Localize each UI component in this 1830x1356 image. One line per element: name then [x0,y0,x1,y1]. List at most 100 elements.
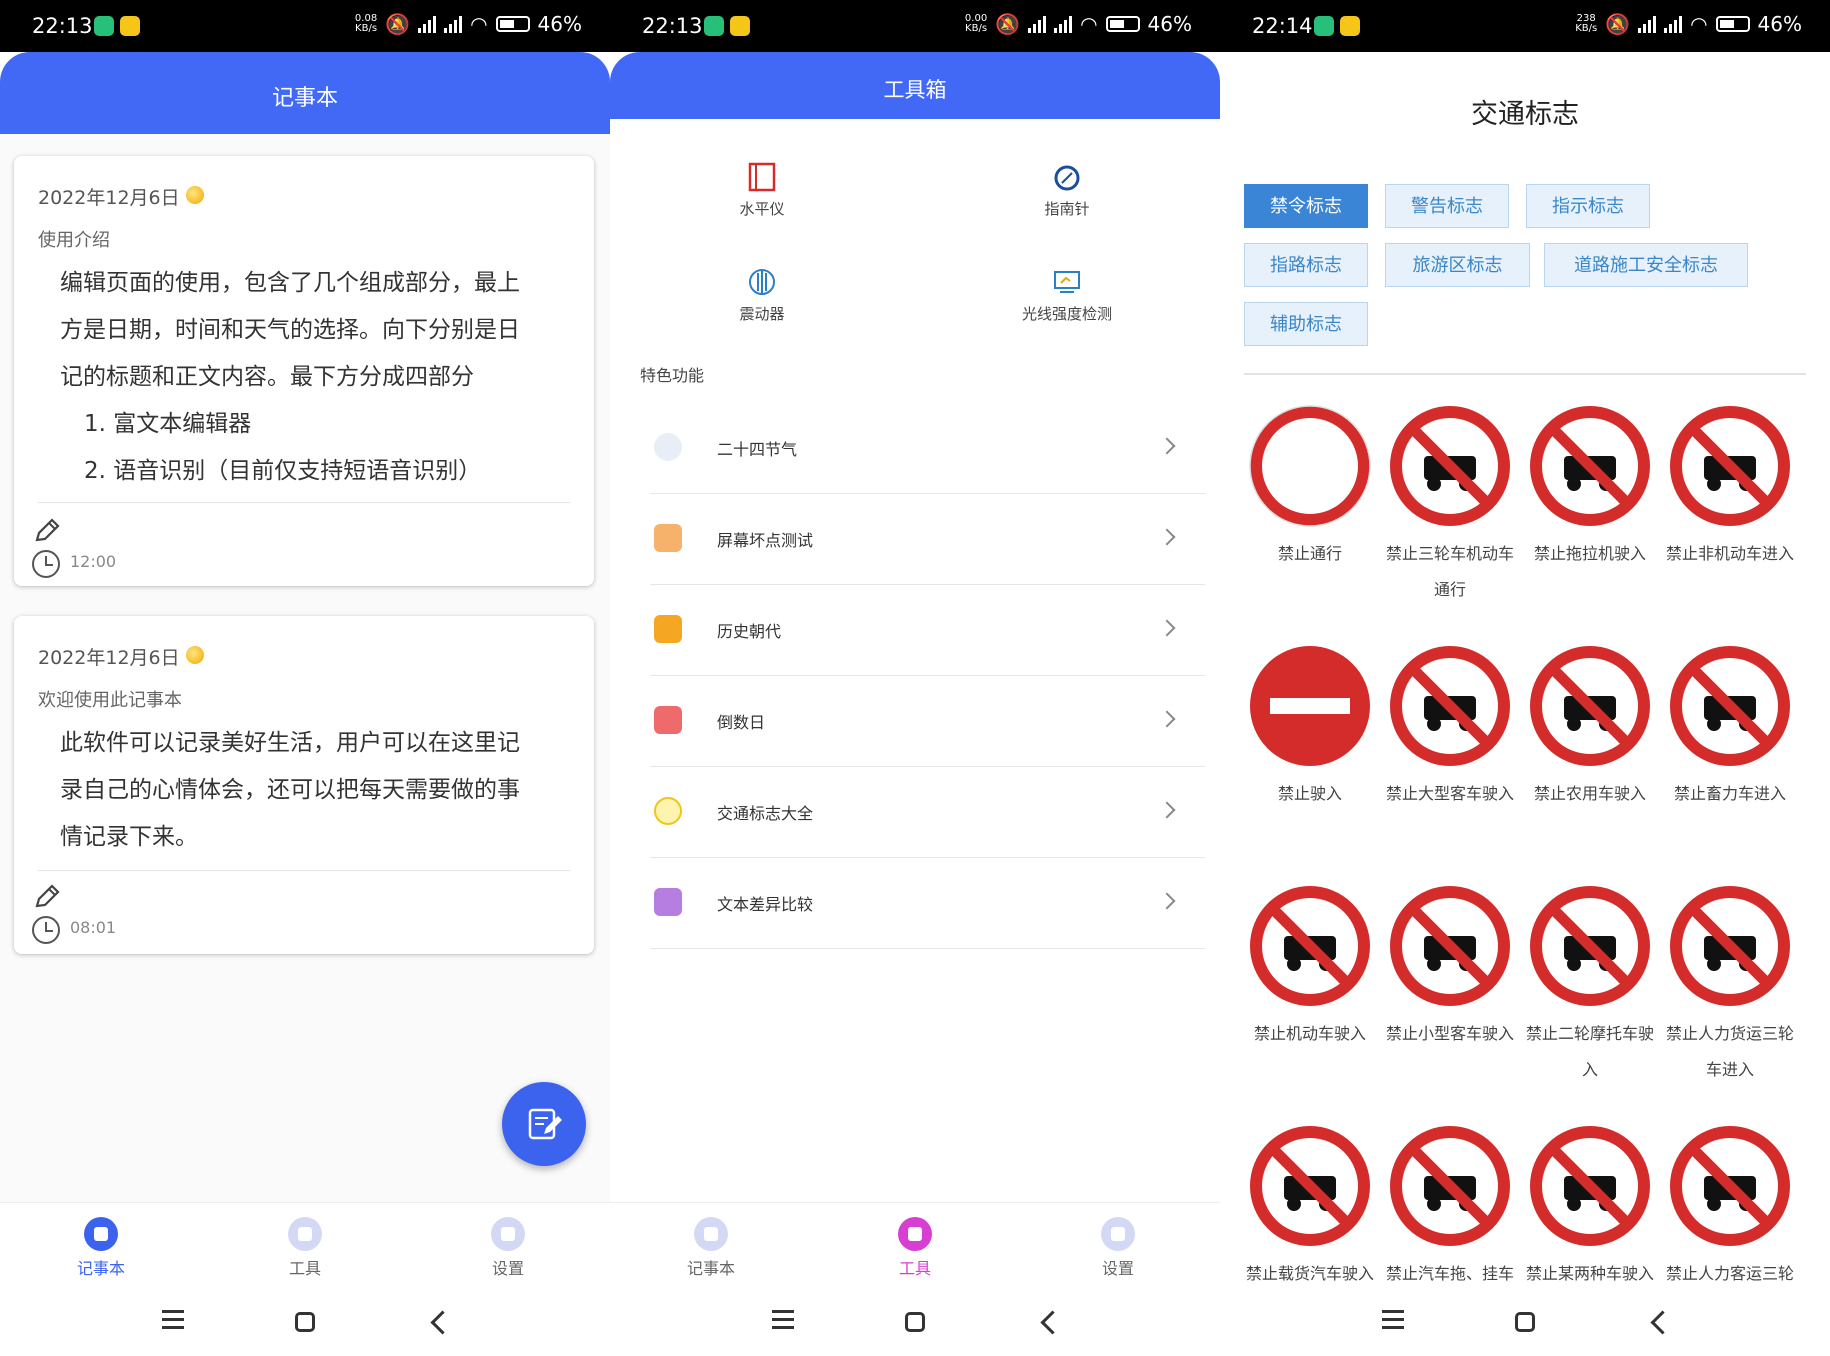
feature-dynasties[interactable]: 历史朝代 [650,584,1205,676]
feature-dead-pixel-test[interactable]: 屏幕坏点测试 [650,493,1205,585]
app-notification-icon [1340,16,1360,36]
battery-icon [495,16,530,32]
recents-button[interactable] [772,1310,794,1329]
traffic-sign-item[interactable]: 禁止农用车驶入 [1520,644,1660,812]
nav-notebook[interactable]: 记事本 [41,1217,161,1279]
edit-icon[interactable] [32,882,62,912]
feature-solar-terms[interactable]: 二十四节气 [650,402,1205,494]
tab-instruction[interactable]: 指示标志 [1526,184,1650,228]
traffic-sign-item[interactable]: 禁止某两种车驶入 [1520,1124,1660,1292]
traffic-sign-item[interactable]: 禁止载货汽车驶入 [1240,1124,1380,1292]
divider [38,502,570,503]
nav-tools[interactable]: 工具 [855,1217,975,1279]
new-note-button[interactable] [502,1082,586,1166]
note-card[interactable]: 2022年12月6日 欢迎使用此记事本 此软件可以记录美好生活，用户可以在这里记… [14,616,594,954]
sign-label: 禁止小型客车驶入 [1385,1024,1514,1043]
page-title: 工具箱 [883,78,947,102]
prohibition-sign-icon [1390,646,1510,766]
tab-auxiliary[interactable]: 辅助标志 [1244,302,1368,346]
status-time: 22:13 [642,14,703,38]
signal-hd-icon [444,15,463,33]
status-bar: 22:14 238 KB/s 🔕 ◠ 46% [1220,0,1830,52]
traffic-sign-item[interactable]: 禁止汽车拖、挂车 [1380,1124,1520,1292]
note-date: 2022年12月6日 [38,647,180,669]
prohibition-sign-icon [1250,886,1370,1006]
prohibition-sign-icon [1530,406,1650,526]
mute-icon: 🔕 [1605,12,1631,36]
notes-list[interactable]: 2022年12月6日 使用介绍 编辑页面的使用，包含了几个组成部分，最上 方是日… [0,134,610,1206]
battery-percent: 46% [1757,12,1802,36]
divider [1244,373,1806,375]
traffic-sign-item[interactable]: 禁止大型客车驶入 [1380,644,1520,812]
app-header: 工具箱 [610,52,1220,119]
note-time: 12:00 [70,552,117,571]
tool-level[interactable]: 水平仪 [662,162,862,219]
cloud-icon [654,433,682,461]
home-button[interactable] [295,1312,315,1332]
feature-countdown[interactable]: 倒数日 [650,675,1205,767]
nav-settings[interactable]: 设置 [448,1217,568,1279]
app-header: 记事本 [0,52,610,134]
toolbox-screen: 22:13 0.00 KB/s 🔕 ◠ 46% 工具箱 水平仪 指南针 震动器 光… [610,0,1220,1356]
tool-light-sensor[interactable]: 光线强度检测 [967,267,1167,324]
traffic-sign-item[interactable]: 禁止机动车驶入 [1240,884,1380,1052]
chevron-right-icon [1158,437,1176,455]
status-time: 22:13 [32,14,93,38]
feature-text-diff[interactable]: 文本差异比较 [650,857,1205,949]
traffic-sign-item[interactable]: 禁止人力货运三轮 车进入 [1660,884,1800,1088]
app-notification-icon [730,16,750,36]
tools-icon [288,1217,322,1251]
tab-guide[interactable]: 指路标志 [1244,243,1368,287]
note-card[interactable]: 2022年12月6日 使用介绍 编辑页面的使用，包含了几个组成部分，最上 方是日… [14,156,594,586]
clock-icon [32,550,60,578]
nav-tools[interactable]: 工具 [245,1217,365,1279]
feature-traffic-signs[interactable]: 交通标志大全 [650,766,1205,858]
mute-icon: 🔕 [995,12,1021,36]
traffic-sign-item[interactable]: 禁止畜力车进入 [1660,644,1800,812]
tool-compass[interactable]: 指南针 [967,162,1167,219]
tab-warning[interactable]: 警告标志 [1385,184,1509,228]
notebook-icon [84,1217,118,1251]
traffic-sign-item[interactable]: 禁止非机动车进入 [1660,404,1800,572]
sign-label: 禁止畜力车进入 [1673,784,1786,803]
back-button[interactable] [1040,1310,1065,1335]
calendar-icon [654,524,682,552]
nav-notebook[interactable]: 记事本 [651,1217,771,1279]
traffic-sign-item[interactable]: 禁止三轮车机动车 通行 [1380,404,1520,608]
recents-button[interactable] [1382,1310,1404,1329]
back-button[interactable] [430,1310,455,1335]
page-title: 记事本 [271,86,338,111]
traffic-sign-item[interactable]: 禁止二轮摩托车驶入 [1520,884,1660,1088]
tab-prohibition[interactable]: 禁令标志 [1244,184,1368,228]
back-button[interactable] [1650,1310,1675,1335]
chevron-right-icon [1158,892,1176,910]
traffic-sign-item[interactable]: 禁止小型客车驶入 [1380,884,1520,1052]
tab-tourism[interactable]: 旅游区标志 [1385,243,1530,287]
edit-icon[interactable] [32,516,62,546]
sign-label: 禁止某两种车驶入 [1525,1264,1654,1283]
signal-icon [418,15,437,33]
sign-label: 禁止汽车拖、挂车 [1385,1264,1514,1283]
wifi-icon: ◠ [1690,12,1708,36]
tool-vibrator[interactable]: 震动器 [662,267,862,324]
note-body: 此软件可以记录美好生活，用户可以在这里记 录自己的心情体会，还可以把每天需要做的… [60,730,520,850]
text-compare-icon [654,888,682,916]
network-speed: 0.08 KB/s [354,13,378,34]
app-notification-icon [1314,16,1334,36]
traffic-sign-item[interactable]: 禁止驶入 [1240,644,1380,812]
network-speed: 238 KB/s [1575,13,1598,34]
note-edit-icon [528,1108,562,1140]
traffic-sign-item[interactable]: 禁止拖拉机驶入 [1520,404,1660,572]
traffic-sign-item[interactable]: 禁止通行 [1240,404,1380,572]
chevron-right-icon [1158,528,1176,546]
traffic-sign-item[interactable]: 禁止人力客运三轮 [1660,1124,1800,1292]
nav-settings[interactable]: 设置 [1058,1217,1178,1279]
prohibition-sign-icon [1250,1126,1370,1246]
home-button[interactable] [905,1312,925,1332]
vibrate-icon [747,267,777,297]
tab-construction[interactable]: 道路施工安全标志 [1544,243,1748,287]
network-speed: 0.00 KB/s [964,13,988,34]
recents-button[interactable] [162,1310,184,1329]
home-button[interactable] [1515,1312,1535,1332]
sign-label: 禁止通行 [1277,544,1342,563]
